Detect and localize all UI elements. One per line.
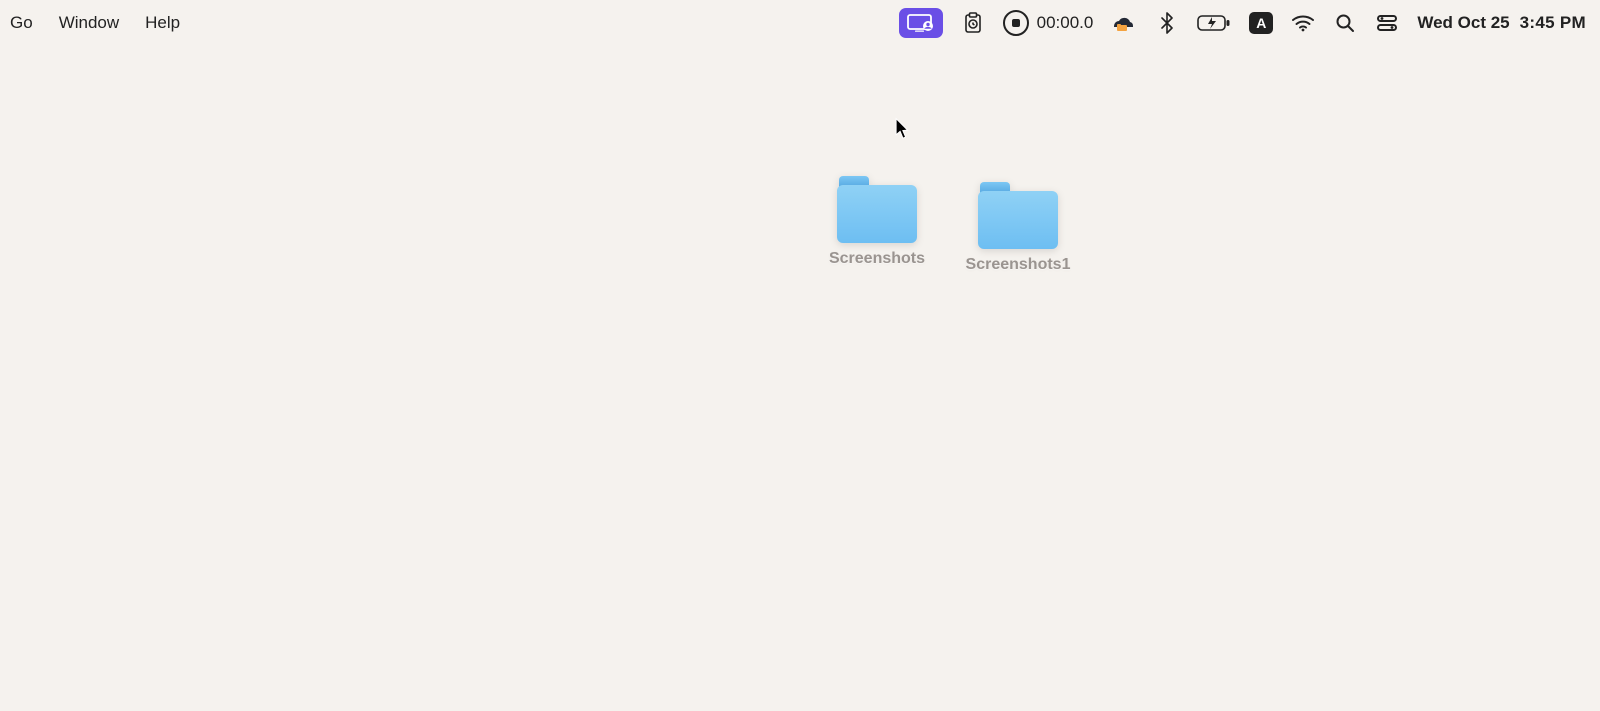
clipboard-history-icon[interactable] [961,11,985,35]
cloud-sync-icon[interactable] [1111,11,1137,35]
menubar: Go Window Help 00:0 [0,0,1600,47]
input-source-indicator[interactable]: A [1249,12,1273,34]
mouse-cursor [895,117,911,141]
menubar-right: 00:00.0 A [899,8,1590,38]
wifi-icon[interactable] [1291,11,1315,35]
recording-elapsed: 00:00.0 [1037,13,1094,33]
folder-icon [837,176,917,238]
bluetooth-icon[interactable] [1155,11,1179,35]
spotlight-search-icon[interactable] [1333,11,1357,35]
folder-icon [978,182,1058,244]
menubar-datetime[interactable]: Wed Oct 25 3:45 PM [1417,13,1590,33]
desktop-folder-screenshots1[interactable]: Screenshots1 [953,182,1083,274]
screen-recording-timer[interactable]: 00:00.0 [1003,10,1094,36]
control-center-icon[interactable] [1375,11,1399,35]
desktop-background[interactable]: Screenshots Screenshots1 [0,46,1600,711]
battery-icon[interactable] [1197,11,1231,35]
menubar-date: Wed Oct 25 [1417,13,1509,33]
stop-recording-icon [1003,10,1029,36]
desktop-folder-screenshots[interactable]: Screenshots [812,176,942,268]
menubar-time: 3:45 PM [1520,13,1586,33]
screenshare-indicator[interactable] [899,8,943,38]
menu-help[interactable]: Help [132,0,193,46]
menu-window[interactable]: Window [46,0,132,46]
menu-go[interactable]: Go [10,0,46,46]
screenshare-icon [907,14,935,32]
menubar-left: Go Window Help [10,0,193,46]
folder-label: Screenshots1 [966,256,1071,274]
folder-label: Screenshots [829,250,925,268]
